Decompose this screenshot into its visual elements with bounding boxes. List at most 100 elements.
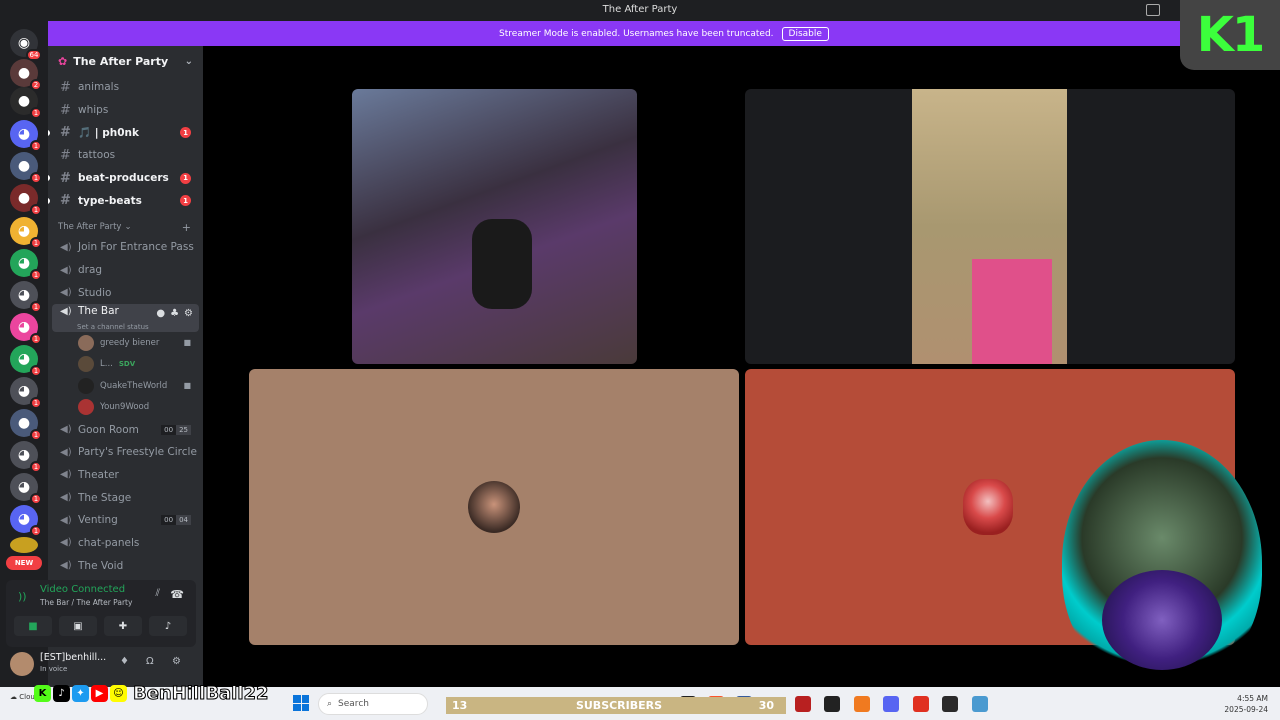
activity-button[interactable]: ✚ [104, 616, 142, 636]
voice-user[interactable]: L... SDV [48, 354, 203, 376]
camera-button[interactable]: ■ [14, 616, 52, 636]
app-icon[interactable] [913, 696, 929, 712]
speaker-icon: ◀) [60, 537, 72, 549]
guild-icon: ✿ [58, 54, 68, 68]
app-icon[interactable] [972, 696, 988, 712]
disconnect-icon[interactable]: ☎ [170, 588, 184, 601]
text-channel[interactable]: # beat-producers 1 [48, 167, 203, 190]
server-icon[interactable]: ◕ 1 [10, 505, 42, 537]
server-icon[interactable]: ◕ 1 [10, 217, 42, 249]
server-icon[interactable]: ● 1 [10, 184, 42, 216]
search-icon: ⌕ [327, 699, 333, 709]
kick-icon: K [34, 684, 51, 702]
voice-channel[interactable]: ◀) chat-panels [48, 532, 203, 555]
hash-icon: # [60, 170, 71, 186]
system-clock[interactable]: 4:55 AM 2025-09-24 [1224, 693, 1268, 715]
app-icon[interactable] [824, 696, 840, 712]
server-icon[interactable]: ◕ 1 [10, 345, 42, 377]
voice-channel[interactable]: ◀) The Stage [48, 486, 203, 509]
voice-channel[interactable]: ◀) The Void [48, 554, 203, 577]
voice-channel[interactable]: ◀) Venting 00 04 [48, 509, 203, 532]
app-icon[interactable] [795, 696, 811, 712]
headphones-icon[interactable]: Ω [146, 656, 154, 667]
speaker-icon: ◀) [60, 241, 72, 253]
subscriber-goal: 30 [758, 699, 774, 712]
active-voice-channel[interactable]: ◀) The Bar ● ♣ ⚙ Set a channel status [52, 304, 199, 333]
voice-user[interactable]: Youn9Wood [48, 397, 203, 419]
text-channel[interactable]: # whips [48, 99, 203, 122]
text-channel[interactable]: # animals [48, 76, 203, 99]
screen-share-icon[interactable] [1146, 4, 1160, 16]
avatar[interactable] [10, 652, 34, 676]
start-button[interactable] [293, 695, 309, 711]
speaker-icon: ◀) [60, 424, 72, 436]
microphone-icon[interactable]: ♦ [120, 656, 129, 667]
chevron-down-icon[interactable]: ⌄ [185, 56, 193, 67]
avatar [963, 479, 1013, 535]
voice-channel[interactable]: ◀) Goon Room 00 25 [48, 418, 203, 441]
server-icon[interactable]: ◕ 1 [10, 313, 42, 345]
voice-channel[interactable]: ◀) Party's Freestyle Circle [48, 441, 203, 464]
voice-status[interactable]: Video Connected [40, 584, 125, 595]
server-icon[interactable]: ◕ 1 [10, 281, 42, 313]
chat-icon[interactable]: ● [156, 308, 165, 319]
voice-channel[interactable]: ◀) Join For Entrance Pass [48, 236, 203, 259]
server-icon[interactable]: ● 1 [10, 152, 42, 184]
screen-share-button[interactable]: ▣ [59, 616, 97, 636]
channel-status[interactable]: Set a channel status [60, 323, 199, 331]
signal-icon[interactable]: )) [18, 590, 27, 603]
server-icon[interactable] [10, 537, 38, 553]
server-icon[interactable]: ◕ 1 [10, 473, 42, 505]
user-limit: 00 04 [161, 515, 191, 526]
voice-channel[interactable]: ◀) Studio [48, 282, 203, 305]
voice-channel[interactable]: ◀) Theater [48, 464, 203, 487]
hash-icon: # [60, 125, 71, 141]
voice-location[interactable]: The Bar / The After Party [40, 598, 132, 607]
camera-icon: ■ [183, 381, 191, 391]
video-tile[interactable] [249, 369, 739, 645]
voice-channel[interactable]: ◀) drag [48, 259, 203, 282]
server-icon[interactable]: ● 2 [10, 59, 42, 91]
server-icon[interactable]: ● 1 [10, 409, 42, 441]
noise-suppression-icon[interactable]: ⫽ [156, 588, 160, 599]
user-tag: SDV [118, 360, 136, 369]
server-icon[interactable]: ● 1 [10, 87, 42, 119]
gear-icon[interactable]: ⚙ [184, 308, 193, 319]
category-header[interactable]: The After Party ⌄ + [48, 218, 203, 236]
server-icon[interactable]: ◕ 1 [10, 120, 42, 152]
active-channel-name: The Bar [78, 305, 119, 318]
avatar [78, 377, 94, 394]
voice-user[interactable]: greedy biener ■ [48, 332, 203, 354]
guild-header[interactable]: ✿ The After Party ⌄ [48, 46, 203, 76]
text-channel[interactable]: # type-beats 1 [48, 189, 203, 212]
snapchat-icon: ☺ [110, 684, 127, 702]
account-status: In voice [40, 665, 68, 673]
account-name[interactable]: [EST]benhill... [40, 652, 106, 663]
disable-streamer-mode-button[interactable]: Disable [781, 26, 829, 41]
speaker-icon: ◀) [60, 514, 72, 526]
unread-indicator [48, 175, 50, 182]
discord-icon[interactable] [883, 696, 899, 712]
video-tile[interactable] [352, 89, 637, 364]
streamer-mode-text: Streamer Mode is enabled. Usernames have… [499, 28, 774, 39]
server-icon[interactable]: ◕ 1 [10, 377, 42, 409]
soundboard-button[interactable]: ♪ [149, 616, 187, 636]
text-channel[interactable]: # 🎵 | ph0nk 1 [48, 121, 203, 144]
title-bar: The After Party [0, 0, 1280, 21]
voice-user[interactable]: QuakeTheWorld ■ [48, 375, 203, 397]
text-channel[interactable]: # tattoos [48, 144, 203, 167]
server-icon[interactable]: ◕ 1 [10, 249, 42, 281]
speaker-icon: ◀) [60, 264, 72, 276]
gear-icon[interactable]: ⚙ [172, 656, 181, 667]
search-box[interactable]: ⌕ Search [318, 693, 428, 715]
add-member-icon[interactable]: ♣ [170, 308, 179, 319]
app-icon[interactable] [854, 696, 870, 712]
direct-messages-icon[interactable]: ◉ 64 [10, 29, 42, 61]
new-badge: NEW [6, 556, 42, 570]
add-channel-icon[interactable]: + [182, 221, 191, 234]
app-icon[interactable] [942, 696, 958, 712]
voice-connection-panel: )) Video Connected The Bar / The After P… [6, 580, 196, 647]
server-icon[interactable]: ◕ 1 [10, 441, 42, 473]
mention-badge: 1 [180, 127, 191, 139]
video-tile[interactable] [745, 89, 1235, 364]
